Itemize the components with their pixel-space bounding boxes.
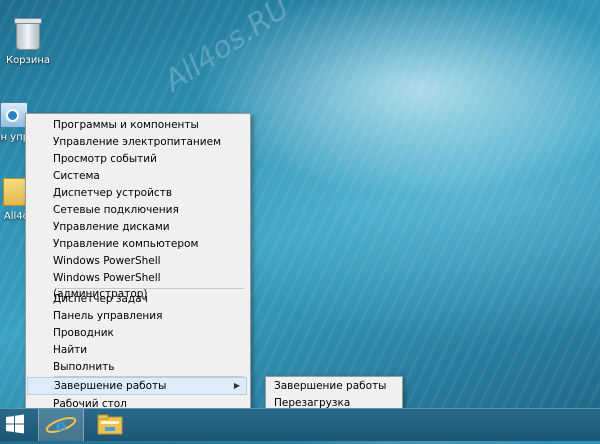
menu-item-power-options[interactable]: Управление электропитанием [27, 134, 247, 150]
desktop-icon-recycle-bin[interactable]: Корзина [0, 18, 56, 66]
watermark: All4os.RU [158, 0, 296, 100]
menu-item-device-manager[interactable]: Диспетчер устройств [27, 185, 247, 201]
winx-context-menu: Программы и компоненты Управление электр… [25, 113, 251, 415]
control-panel-icon [0, 102, 28, 128]
menu-item-programs[interactable]: Программы и компоненты [27, 117, 247, 133]
menu-item-network[interactable]: Сетевые подключения [27, 202, 247, 218]
taskbar: e [0, 408, 600, 441]
menu-item-powershell[interactable]: Windows PowerShell [27, 253, 247, 269]
menu-item-explorer[interactable]: Проводник [27, 325, 247, 341]
menu-item-powershell-admin[interactable]: Windows PowerShell (администратор) [27, 270, 247, 300]
file-explorer-icon [97, 414, 123, 435]
menu-item-system[interactable]: Система [27, 168, 247, 184]
svg-text:e: e [56, 416, 67, 436]
menu-item-task-manager[interactable]: Диспетчер задач [27, 291, 247, 307]
menu-item-shutdown[interactable]: Завершение работы ▶ [27, 377, 247, 395]
submenu-arrow-icon: ▶ [233, 381, 240, 390]
recycle-bin-icon [14, 18, 42, 50]
taskbar-file-explorer[interactable] [88, 409, 132, 441]
menu-item-control-panel[interactable]: Панель управления [27, 308, 247, 324]
start-button[interactable] [4, 413, 30, 437]
internet-explorer-icon: e [45, 416, 77, 436]
menu-item-run[interactable]: Выполнить [27, 359, 247, 375]
menu-item-disk-management[interactable]: Управление дисками [27, 219, 247, 235]
taskbar-internet-explorer[interactable]: e [38, 409, 84, 441]
menu-item-computer-management[interactable]: Управление компьютером [27, 236, 247, 252]
menu-item-shutdown-label: Завершение работы [54, 380, 167, 392]
menu-item-search[interactable]: Найти [27, 342, 247, 358]
windows-logo-icon [6, 414, 24, 434]
desktop-icon-label: Корзина [5, 55, 51, 66]
menu-item-event-viewer[interactable]: Просмотр событий [27, 151, 247, 167]
menu-separator [54, 288, 244, 289]
submenu-item-shutdown[interactable]: Завершение работы [267, 378, 401, 394]
